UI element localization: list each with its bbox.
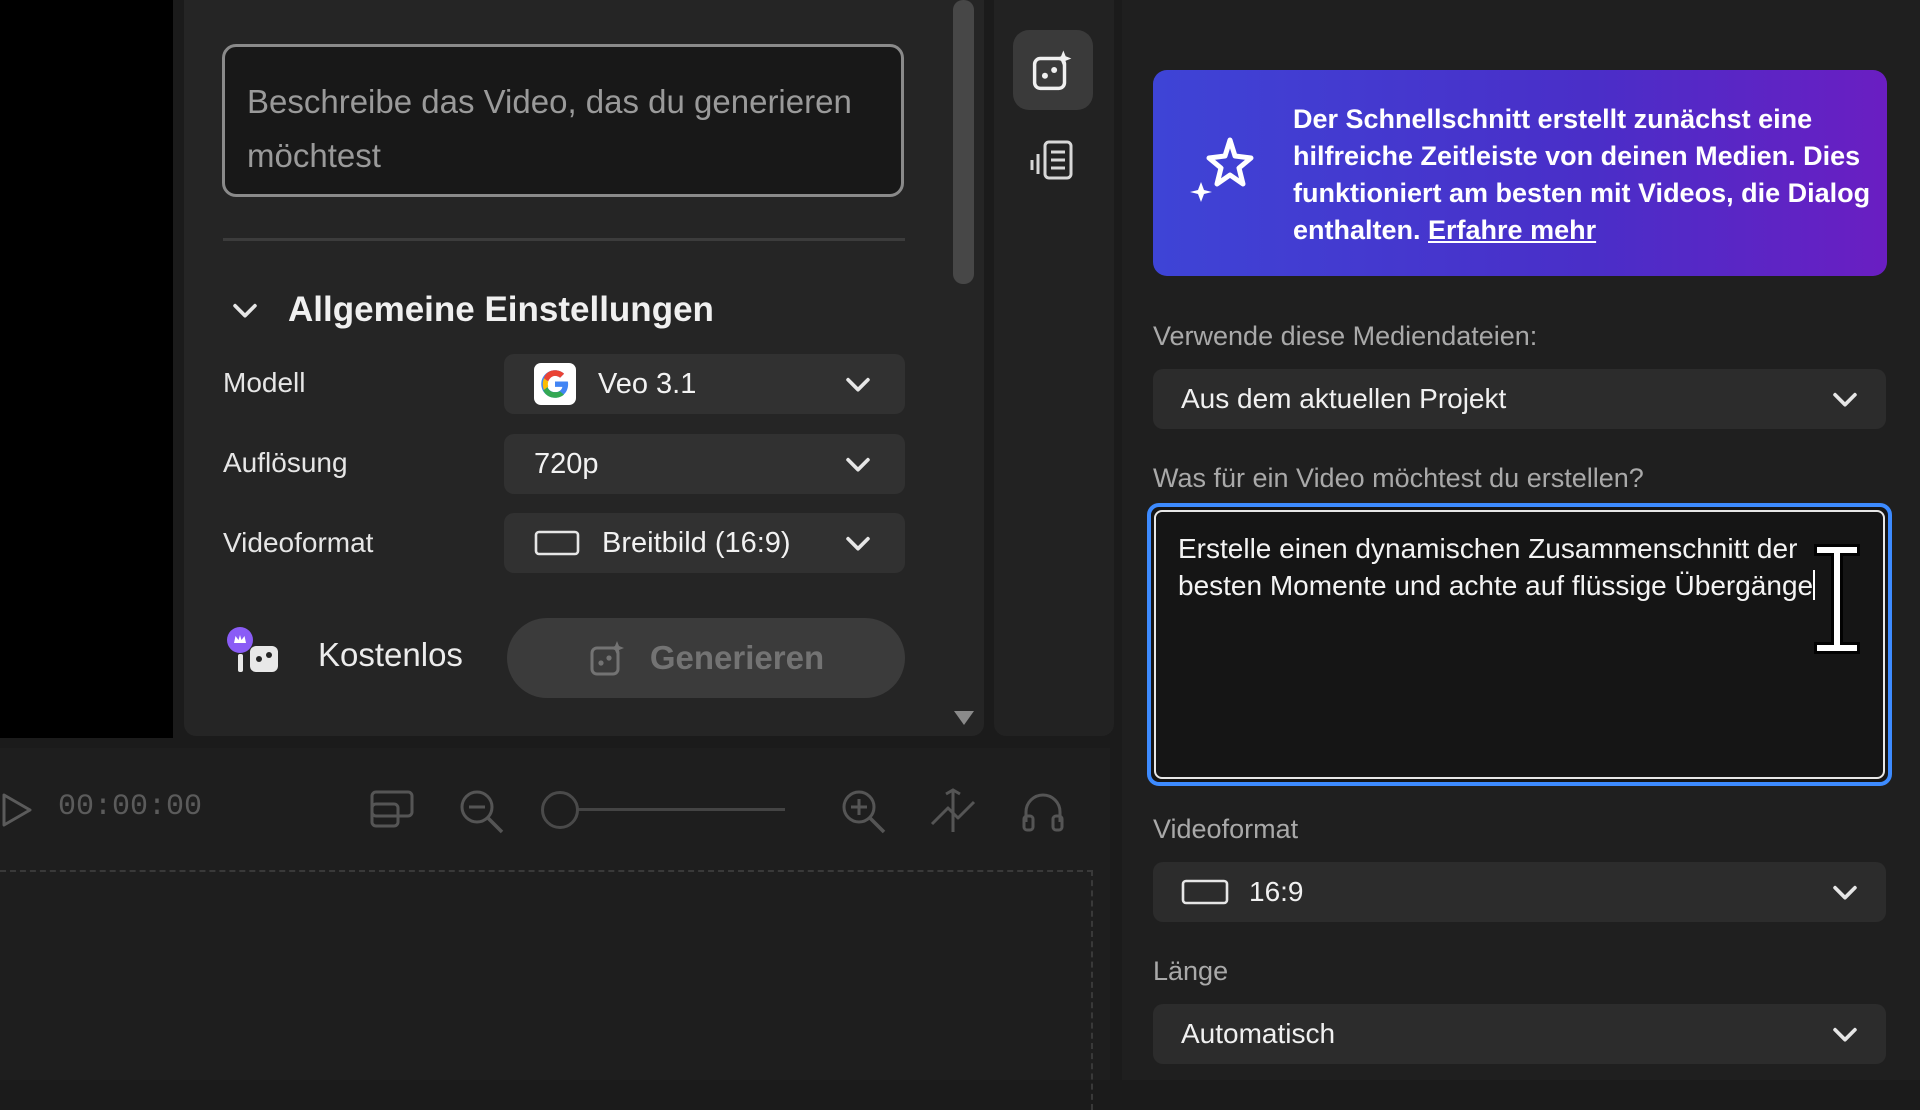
timecode: 00:00:00	[58, 790, 203, 824]
widescreen-icon	[1181, 879, 1229, 905]
tool-rail	[994, 0, 1114, 736]
split-clip-icon[interactable]	[928, 786, 978, 841]
zoom-slider-thumb[interactable]	[541, 791, 579, 829]
divider	[223, 238, 905, 241]
model-select[interactable]: Veo 3.1	[504, 354, 905, 414]
format-select[interactable]: Breitbild (16:9)	[504, 513, 905, 573]
generate-video-tool-button[interactable]	[1013, 30, 1093, 110]
sparkle-video-icon	[1032, 50, 1072, 91]
chevron-down-icon	[1833, 392, 1857, 407]
model-label: Modell	[223, 367, 306, 398]
video-description-textarea[interactable]: Erstelle einen dynamischen Zusammenschni…	[1147, 503, 1892, 786]
model-value: Veo 3.1	[598, 367, 697, 400]
generate-button[interactable]: Generieren	[507, 618, 905, 698]
sparkle-stars-icon	[1185, 132, 1265, 217]
video-description-text-area[interactable]: Erstelle einen dynamischen Zusammenschni…	[1154, 510, 1885, 779]
length-select[interactable]: Automatisch	[1153, 1004, 1886, 1064]
aspect-ratio-value: 16:9	[1249, 876, 1304, 907]
free-label: Kostenlos	[318, 636, 463, 673]
length-value: Automatisch	[1181, 1018, 1336, 1049]
chevron-down-icon	[846, 377, 870, 392]
timeline-drop-area[interactable]	[0, 870, 1093, 1110]
video-prompt-placeholder: Beschreibe das Video, das du generieren …	[247, 83, 852, 174]
video-prompt-input[interactable]: Beschreibe das Video, das du generieren …	[222, 44, 904, 197]
general-settings-toggle[interactable]: Allgemeine Einstellungen	[228, 285, 714, 335]
resolution-label: Auflösung	[223, 447, 348, 478]
chevron-down-icon	[846, 457, 870, 472]
zoom-in-icon[interactable]	[838, 786, 888, 841]
general-settings-title: Allgemeine Einstellungen	[288, 290, 714, 329]
format-label: Videoformat	[223, 527, 374, 558]
play-icon[interactable]	[0, 792, 34, 833]
banner-text: Der Schnellschnitt erstellt zunächst ein…	[1293, 101, 1873, 249]
zoom-slider-track[interactable]	[560, 808, 785, 811]
aspect-ratio-select[interactable]: 16:9	[1153, 862, 1886, 922]
chevron-down-icon	[846, 536, 870, 551]
resolution-select[interactable]: 720p	[504, 434, 905, 494]
format-label-quickcut: Videoformat	[1153, 814, 1299, 844]
zoom-out-icon[interactable]	[456, 786, 506, 841]
length-label: Länge	[1153, 956, 1229, 986]
learn-more-link[interactable]: Erfahre mehr	[1428, 215, 1596, 245]
scroll-down-arrow-icon[interactable]	[952, 708, 976, 733]
transcript-tool-button[interactable]	[1013, 124, 1093, 196]
resolution-value: 720p	[534, 447, 599, 480]
chevron-down-icon	[1833, 1027, 1857, 1042]
captions-icon[interactable]	[368, 786, 418, 837]
widescreen-icon	[534, 530, 580, 556]
scrollbar-thumb[interactable]	[953, 0, 974, 284]
video-description-value: Erstelle einen dynamischen Zusammenschni…	[1178, 533, 1814, 601]
generate-label: Generieren	[649, 639, 825, 676]
video-description-label: Was für ein Video möchtest du erstellen?	[1153, 463, 1644, 493]
premium-credits-icon	[226, 626, 284, 676]
text-cursor-icon	[1810, 544, 1864, 654]
media-label: Verwende diese Mediendateien:	[1153, 321, 1538, 351]
chevron-down-icon	[233, 303, 257, 318]
google-g-icon	[534, 363, 576, 405]
preview-strip	[0, 0, 173, 738]
chevron-down-icon	[1833, 885, 1857, 900]
sparkle-video-icon	[590, 641, 624, 676]
media-source-value: Aus dem aktuellen Projekt	[1181, 383, 1507, 414]
audio-headphones-icon[interactable]	[1018, 786, 1068, 841]
format-value: Breitbild (16:9)	[602, 526, 791, 559]
transcript-icon	[1030, 140, 1073, 180]
media-source-select[interactable]: Aus dem aktuellen Projekt	[1153, 369, 1886, 429]
